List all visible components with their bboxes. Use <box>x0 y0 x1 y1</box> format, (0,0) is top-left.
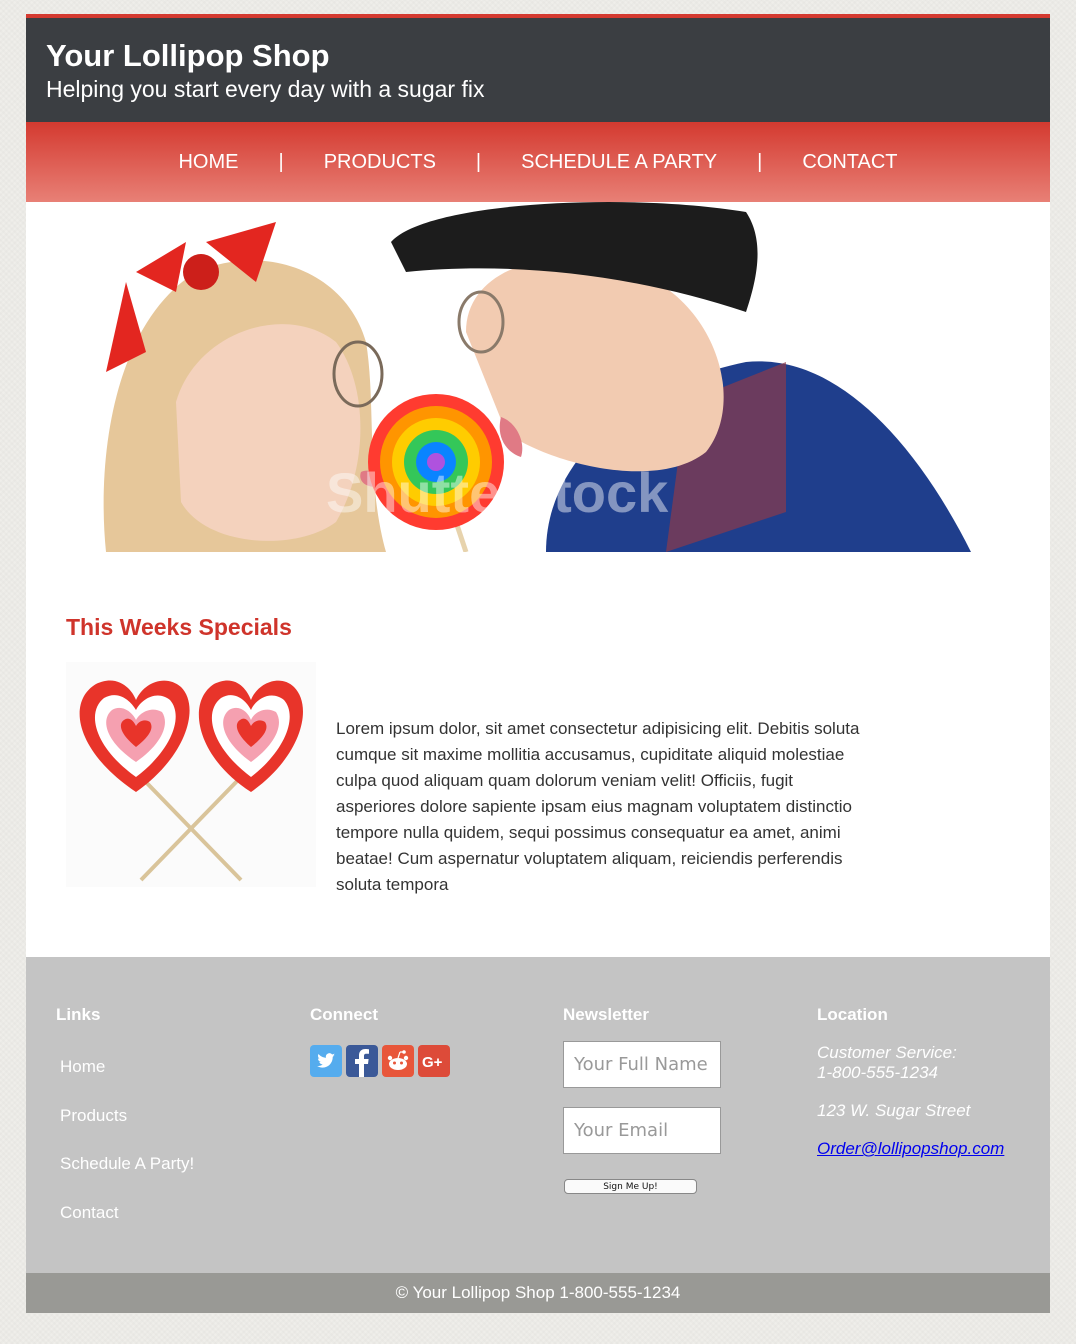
specials-description: Lorem ipsum dolor, sit amet consectetur … <box>336 719 860 894</box>
site-header: Your Lollipop Shop Helping you start eve… <box>26 14 1050 122</box>
page: Your Lollipop Shop Helping you start eve… <box>26 14 1050 1313</box>
heart-lollipops-illustration <box>79 680 303 882</box>
footer-connect-heading: Connect <box>310 1005 378 1024</box>
nav-schedule-party[interactable]: SCHEDULE A PARTY <box>521 151 717 174</box>
main-nav: HOME | PRODUCTS | SCHEDULE A PARTY | CON… <box>26 122 1050 202</box>
nav-separator: | <box>475 150 482 173</box>
footer-link-products-item: Products <box>60 1106 127 1126</box>
footer-newsletter-heading: Newsletter <box>563 1005 649 1024</box>
footer-link-schedule-party[interactable]: Schedule A Party! <box>60 1154 194 1173</box>
footer-link-contact[interactable]: Contact <box>60 1203 119 1222</box>
customer-service-phone: 1-800-555-1234 <box>817 1063 938 1082</box>
footer-link-home-item: Home <box>60 1057 105 1077</box>
svg-text:G+: G+ <box>422 1054 443 1071</box>
specials-title: This Weeks Specials <box>66 614 292 640</box>
footer-link-home[interactable]: Home <box>60 1057 105 1076</box>
nav-separator: | <box>757 150 763 173</box>
footer-link-products[interactable]: Products <box>60 1106 127 1125</box>
newsletter-signup-button[interactable]: Sign Me Up! <box>564 1179 697 1194</box>
footer-link-schedule-item: Schedule A Party! <box>60 1154 194 1174</box>
social-icons: G+ <box>310 1045 450 1077</box>
footer-newsletter-column: Newsletter Sign Me Up! <box>563 1005 721 1194</box>
site-tagline: Helping you start every day with a sugar… <box>46 76 485 102</box>
nav-home[interactable]: HOME <box>178 151 238 174</box>
google-plus-icon[interactable]: G+ <box>418 1045 450 1077</box>
nav-separator: | <box>278 150 284 173</box>
location-address: 123 W. Sugar Street <box>817 1101 971 1120</box>
footer-location-heading: Location <box>817 1005 888 1024</box>
newsletter-email-input[interactable] <box>563 1107 721 1154</box>
footer-links-column: Links Home Products Schedule A Party! Co… <box>56 1005 194 1222</box>
facebook-icon[interactable] <box>346 1045 378 1077</box>
footer-connect-column: Connect G+ <box>310 1005 450 1077</box>
nav-contact[interactable]: CONTACT <box>802 151 897 174</box>
newsletter-name-input[interactable] <box>563 1041 721 1088</box>
footer-links-heading: Links <box>56 1005 101 1024</box>
reddit-icon[interactable] <box>382 1045 414 1077</box>
footer-link-contact-item: Contact <box>60 1203 119 1223</box>
customer-service-label: Customer Service: <box>817 1043 957 1062</box>
site-title: Your Lollipop Shop <box>46 38 330 73</box>
site-footer: Links Home Products Schedule A Party! Co… <box>26 957 1050 1273</box>
specials-section: This Weeks Specials Lorem ipsum dolor, s… <box>26 552 1050 957</box>
hero-watermark: Shutterstock <box>326 461 669 524</box>
twitter-icon[interactable] <box>310 1045 342 1077</box>
hero-image: Shutterstock <box>26 202 1050 552</box>
hero-kids-lollipop-illustration: Shutterstock <box>26 202 1050 552</box>
footer-location-column: Location Customer Service: 1-800-555-123… <box>817 1005 1004 1159</box>
order-email-link[interactable]: Order@lollipopshop.com <box>817 1139 1004 1158</box>
specials-image <box>66 662 316 887</box>
copyright-text: © Your Lollipop Shop 1-800-555-1234 <box>395 1283 681 1302</box>
bottom-bar: © Your Lollipop Shop 1-800-555-1234 <box>26 1273 1050 1313</box>
nav-products[interactable]: PRODUCTS <box>324 151 436 174</box>
